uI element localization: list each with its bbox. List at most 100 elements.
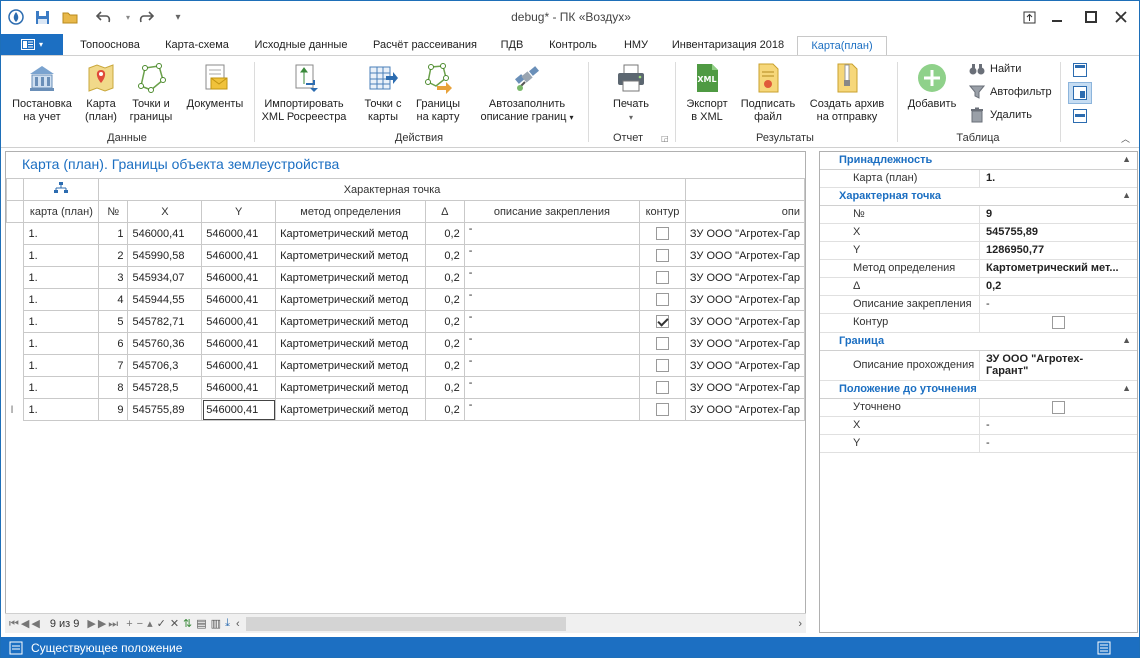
cell-number[interactable]: 9 — [98, 398, 129, 421]
cell-desc[interactable]: - — [463, 222, 641, 245]
cell-method[interactable]: Картометрический метод — [275, 310, 426, 333]
prop-map-value[interactable]: 1. — [980, 170, 1137, 187]
contour-checkbox[interactable] — [656, 337, 670, 350]
cell-y[interactable]: 546000,41 — [201, 332, 277, 355]
autofilter-button[interactable]: Автофильтр — [969, 84, 1052, 100]
cell-desc[interactable]: - — [463, 332, 641, 355]
nav-export-icon[interactable]: ▥ — [211, 617, 221, 630]
import-xml-button[interactable]: Импортировать XML Росреестра — [259, 62, 349, 124]
cell-method[interactable]: Картометрический метод — [275, 398, 426, 421]
cell-delta[interactable]: 0,2 — [424, 354, 465, 377]
table-row[interactable]: 1. 1 546000,41 546000,41 Картометрический ме… — [7, 222, 805, 245]
hierarchy-column-header[interactable] — [23, 178, 100, 201]
prop-x[interactable]: X 545755,89 — [820, 224, 1137, 242]
cell-method[interactable]: Картометрический метод — [275, 376, 426, 399]
collapse-icon[interactable]: ▲ — [1122, 154, 1131, 164]
cell-map[interactable]: 1. — [23, 376, 100, 399]
cell-desc[interactable]: - — [463, 244, 641, 267]
cell-opisanie[interactable]: ЗУ ООО "Агротех-Гар — [684, 398, 805, 421]
cell-y[interactable]: 546000,41 — [201, 288, 277, 311]
cell-desc[interactable]: - — [463, 288, 641, 311]
table-row[interactable]: 1. 8 545728,5 546000,41 Картометрический мет… — [7, 376, 805, 399]
prop-delta[interactable]: Δ 0,2 — [820, 278, 1137, 296]
prop-passage-value[interactable]: ЗУ ООО "Агротех- Гарант" — [980, 351, 1137, 380]
nav-download-icon[interactable]: ⤓ — [225, 617, 230, 630]
prop-refined[interactable]: Уточнено — [820, 399, 1137, 417]
prop-x-before[interactable]: X- — [820, 417, 1137, 435]
cell-method[interactable]: Картометрический метод — [275, 222, 426, 245]
prop-map[interactable]: Карта (план) 1. — [820, 170, 1137, 188]
cell-y[interactable]: 546000,41 — [201, 376, 277, 399]
cell-number[interactable]: 3 — [98, 266, 129, 289]
cell-x[interactable]: 545760,36 — [127, 332, 203, 355]
col-header-opisanie[interactable]: опи — [684, 200, 805, 223]
band-characteristic-point[interactable]: Характерная точка — [98, 178, 686, 201]
cell-x[interactable]: 545944,55 — [127, 288, 203, 311]
cell-contour[interactable] — [639, 288, 686, 311]
cell-delta[interactable]: 0,2 — [424, 398, 465, 421]
contour-checkbox[interactable] — [656, 227, 670, 240]
collapse-ribbon-icon[interactable]: ︿ — [1121, 132, 1130, 145]
cell-map[interactable]: 1. — [23, 398, 100, 421]
autofill-button[interactable]: Автозаполнить описание границ ▾ — [475, 62, 579, 124]
table-row[interactable]: 1. 5 545782,71 546000,41 Картометрический ме… — [7, 310, 805, 333]
collapse-icon[interactable]: ▲ — [1122, 383, 1131, 393]
cell-contour[interactable] — [639, 222, 686, 245]
cell-x[interactable]: 545728,5 — [127, 376, 203, 399]
cell-opisanie[interactable]: ЗУ ООО "Агротех-Гар — [684, 332, 805, 355]
cell-contour[interactable] — [639, 398, 686, 421]
maximize-icon[interactable] — [1081, 7, 1101, 27]
collapse-icon[interactable]: ▲ — [1122, 335, 1131, 345]
prop-number-value[interactable]: 9 — [980, 206, 1137, 223]
contour-checkbox[interactable] — [656, 359, 670, 372]
cell-x[interactable]: 546000,41 — [127, 222, 203, 245]
cell-contour[interactable] — [639, 266, 686, 289]
cell-number[interactable]: 4 — [98, 288, 129, 311]
cell-y[interactable]: 546000,41 — [201, 244, 277, 267]
tab-nmu[interactable]: НМУ — [615, 36, 657, 55]
nav-first-prev-icons[interactable]: ⏮◀◀ — [9, 617, 42, 631]
delete-button[interactable]: Удалить — [969, 107, 1032, 123]
col-header-delta[interactable]: Δ — [424, 200, 465, 223]
map-plan-button[interactable]: Карта (план) — [81, 62, 121, 124]
restore-ribbon-icon[interactable] — [1019, 7, 1039, 27]
cell-opisanie[interactable]: ЗУ ООО "Агротех-Гар — [684, 310, 805, 333]
tab-karta-plan[interactable]: Карта(план) — [797, 36, 887, 55]
cell-method[interactable]: Картометрический метод — [275, 266, 426, 289]
prop-y-before-value[interactable]: - — [980, 435, 1137, 452]
cell-map[interactable]: 1. — [23, 310, 100, 333]
nav-cancel-icon[interactable]: ✕ — [170, 617, 179, 630]
collapse-icon[interactable]: ▲ — [1122, 190, 1131, 200]
category-border[interactable]: Граница ▲ — [820, 333, 1137, 351]
status-notes-icon[interactable] — [1097, 641, 1111, 655]
cell-y[interactable]: 546000,41 — [201, 398, 277, 421]
cell-opisanie[interactable]: ЗУ ООО "Агротех-Гар — [684, 288, 805, 311]
cell-desc[interactable]: - — [463, 376, 641, 399]
find-button[interactable]: Найти — [969, 62, 1021, 76]
contour-checkbox[interactable] — [656, 293, 670, 306]
cell-number[interactable]: 6 — [98, 332, 129, 355]
cell-opisanie[interactable]: ЗУ ООО "Агротех-Гар — [684, 354, 805, 377]
tab-topoosnova[interactable]: Топооснова — [69, 36, 151, 55]
nav-edit-icon[interactable]: ▴ — [147, 617, 153, 630]
cell-contour[interactable] — [639, 376, 686, 399]
cell-contour[interactable] — [639, 310, 686, 333]
category-point[interactable]: Характерная точка ▲ — [820, 188, 1137, 206]
contour-checkbox[interactable] — [656, 381, 670, 394]
cell-x[interactable]: 545782,71 — [127, 310, 203, 333]
cell-delta[interactable]: 0,2 — [424, 288, 465, 311]
table-row[interactable]: 1. 6 545760,36 546000,41 Картометрический ме… — [7, 332, 805, 355]
tab-pdv[interactable]: ПДВ — [493, 36, 531, 55]
prop-x-before-value[interactable]: - — [980, 417, 1137, 434]
cell-desc[interactable]: - — [463, 310, 641, 333]
prop-y-before[interactable]: Y- — [820, 435, 1137, 453]
cell-x[interactable]: 545934,07 — [127, 266, 203, 289]
prop-fixing-desc[interactable]: Описание закрепления - — [820, 296, 1137, 314]
contour-checkbox[interactable] — [656, 249, 670, 262]
sign-file-button[interactable]: Подписать файл — [737, 62, 799, 124]
layout-view-2-icon[interactable] — [1068, 82, 1092, 104]
cell-contour[interactable] — [639, 354, 686, 377]
col-header-method[interactable]: метод определения — [275, 200, 426, 223]
scroll-right-icon[interactable]: › — [798, 618, 802, 630]
cell-desc[interactable]: - — [463, 266, 641, 289]
